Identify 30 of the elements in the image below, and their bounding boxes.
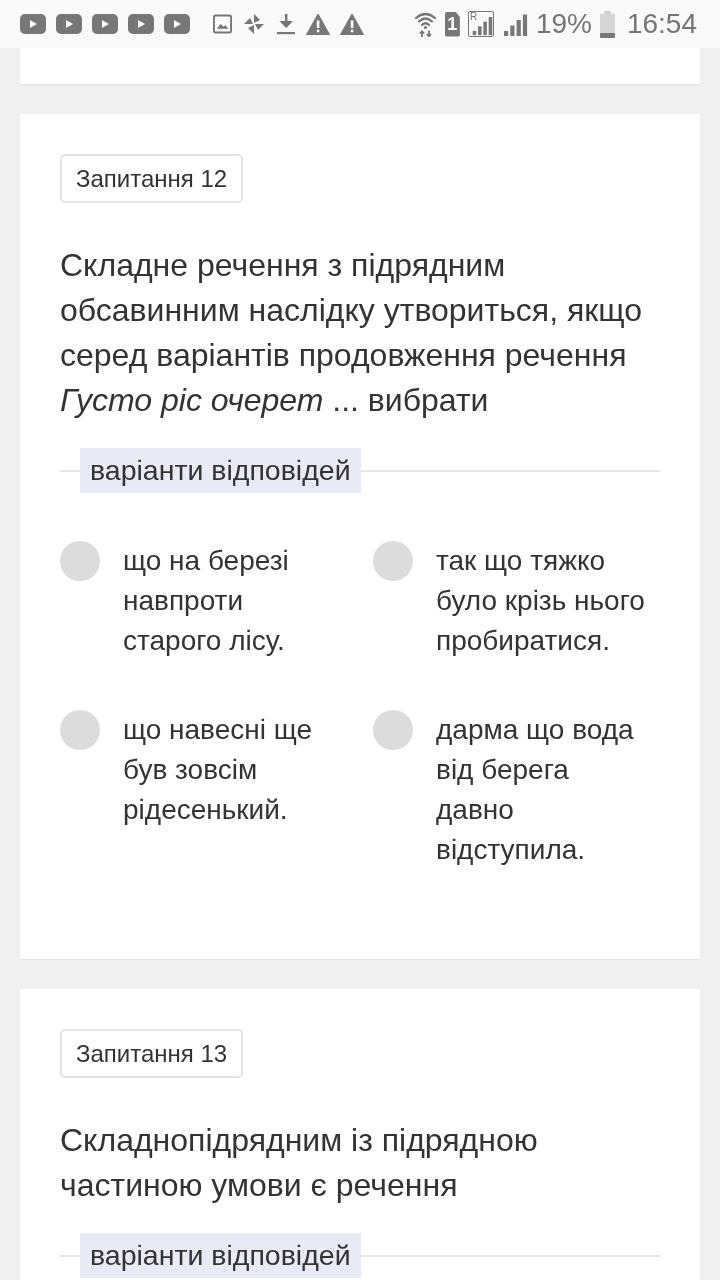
- question-number-label: Запитання 13: [60, 1029, 244, 1078]
- image-icon: [213, 14, 232, 34]
- question-text: Складнопідрядним із підрядною частиною умови є речення: [60, 1121, 539, 1205]
- answer-options-heading: варіанти відповідей: [80, 448, 361, 493]
- radio-button[interactable]: [373, 541, 413, 581]
- question-number-label: Запитання 12: [60, 154, 244, 203]
- download-icon: [276, 13, 296, 35]
- play-icon: [164, 14, 190, 34]
- radio-button[interactable]: [373, 710, 413, 750]
- sim-indicator: 1: [444, 11, 460, 37]
- question-text: Складне речення з підрядним обсавинним наслідку утвориться, якщо серед варіантів продовження речення Густо ріс очерет ... вибрати: [60, 246, 643, 420]
- pinwheel-icon: [242, 12, 266, 36]
- option-text: що навесні ще був зовсім рідесенький.: [123, 713, 313, 827]
- battery-icon: [599, 10, 615, 38]
- wifi-icon: [413, 11, 437, 37]
- clock-time: 16:54: [626, 8, 697, 40]
- radio-button[interactable]: [60, 710, 100, 750]
- warning-icon: [306, 13, 330, 35]
- battery-percent: 19%: [535, 8, 592, 40]
- play-icon: [20, 14, 46, 34]
- option-text: дарма що вода від берега давно відступила.: [436, 713, 635, 867]
- play-icon: [128, 14, 154, 34]
- option-text: що на березі навпроти старого лісу.: [123, 544, 290, 658]
- roaming-label: R: [469, 11, 478, 22]
- answer-options-heading: варіанти відповідей: [80, 1233, 361, 1278]
- warning-icon: [340, 13, 364, 35]
- option-text: так що тяжко було крізь нього пробиратися.: [436, 544, 646, 658]
- play-icon: [92, 14, 118, 34]
- radio-button[interactable]: [60, 541, 100, 581]
- play-icon: [56, 14, 82, 34]
